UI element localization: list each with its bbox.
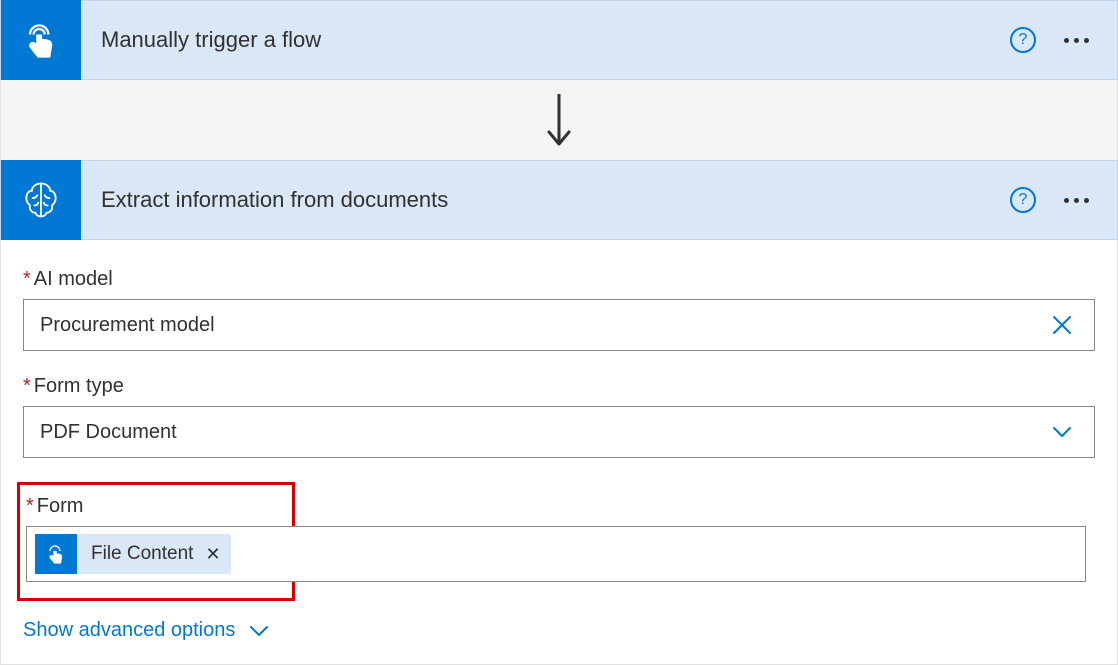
arrow-down-icon [544, 92, 574, 148]
help-icon[interactable]: ? [1010, 187, 1036, 213]
more-icon[interactable] [1064, 198, 1089, 203]
label-text: AI model [34, 268, 113, 291]
trigger-icon-box [1, 0, 81, 80]
label-text: Form type [34, 375, 124, 398]
field-ai-model: * AI model Procurement model [23, 268, 1095, 351]
field-label-form-type: * Form type [23, 375, 1095, 398]
field-label-ai-model: * AI model [23, 268, 1095, 291]
flow-canvas: Manually trigger a flow ? [0, 0, 1118, 665]
trigger-title: Manually trigger a flow [81, 27, 1010, 53]
arrow-connector [0, 80, 1118, 160]
form-type-value: PDF Document [40, 421, 1046, 444]
action-step-body: * AI model Procurement model * Form type… [0, 240, 1118, 665]
label-text: Form [37, 495, 84, 518]
field-label-form: * Form [26, 495, 282, 518]
chevron-down-icon [249, 624, 269, 638]
form-token-field[interactable]: File Content ✕ [26, 526, 1086, 582]
dynamic-content-token[interactable]: File Content ✕ [35, 534, 231, 574]
field-form-highlighted: * Form File Content ✕ [17, 482, 295, 601]
token-label: File Content [77, 543, 201, 565]
touch-icon [19, 18, 63, 62]
required-asterisk: * [23, 375, 31, 398]
more-icon[interactable] [1064, 38, 1089, 43]
show-advanced-label: Show advanced options [23, 619, 235, 642]
touch-icon [44, 542, 68, 566]
form-type-select[interactable]: PDF Document [23, 406, 1095, 458]
token-remove-icon[interactable]: ✕ [201, 544, 230, 565]
help-icon[interactable]: ? [1010, 27, 1036, 53]
action-step-header[interactable]: Extract information from documents ? [0, 160, 1118, 240]
brain-icon [19, 178, 63, 222]
field-form-type: * Form type PDF Document [23, 375, 1095, 458]
required-asterisk: * [23, 268, 31, 291]
chevron-down-icon[interactable] [1046, 416, 1078, 448]
action-actions: ? [1010, 187, 1117, 213]
action-title: Extract information from documents [81, 187, 1010, 213]
token-icon-box [35, 534, 77, 574]
ai-model-value: Procurement model [40, 314, 1046, 337]
trigger-step-header[interactable]: Manually trigger a flow ? [0, 0, 1118, 80]
show-advanced-toggle[interactable]: Show advanced options [23, 619, 1095, 642]
required-asterisk: * [26, 495, 34, 518]
action-icon-box [1, 160, 81, 240]
clear-icon[interactable] [1046, 309, 1078, 341]
ai-model-input[interactable]: Procurement model [23, 299, 1095, 351]
trigger-actions: ? [1010, 27, 1117, 53]
